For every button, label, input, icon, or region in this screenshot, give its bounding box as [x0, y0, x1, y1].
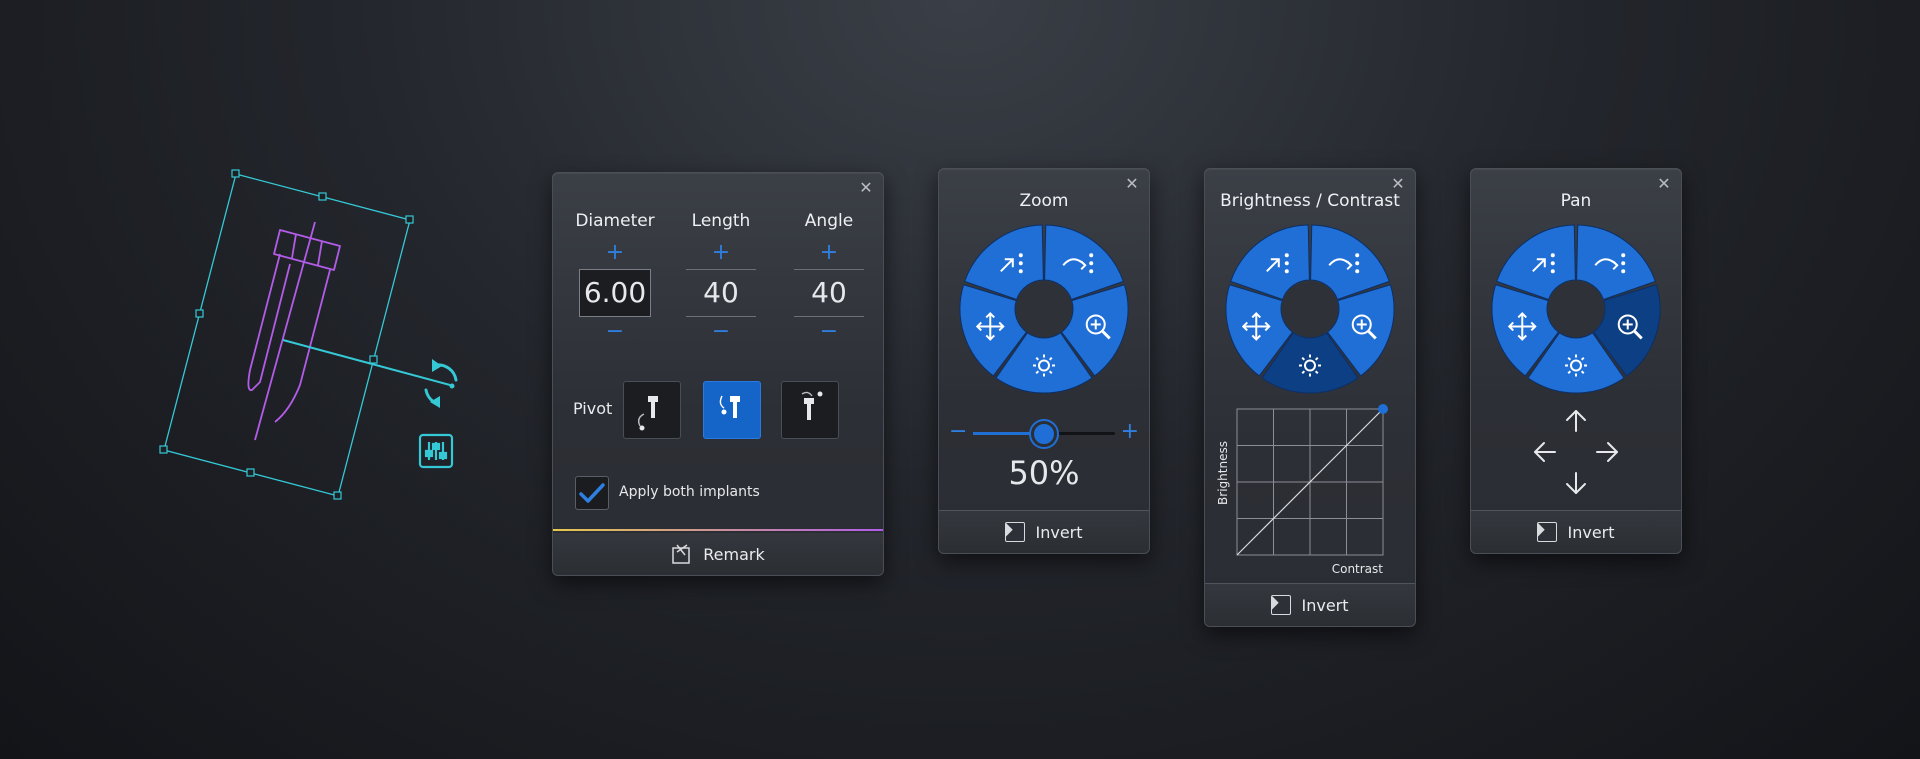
pivot-center-icon — [719, 395, 740, 418]
length-increase-button[interactable]: + — [681, 241, 761, 265]
pivot-top-icon — [801, 391, 823, 420]
apply-both-label: Apply both implants — [619, 484, 760, 500]
bounding-box[interactable] — [163, 173, 411, 497]
diameter-input[interactable]: 6.00 — [579, 269, 651, 317]
implant-properties-panel: ✕ Diameter + 6.00 − Length + 40 − Angle … — [552, 172, 884, 576]
zoom-panel: ✕ Zoom − + 50% Invert — [938, 168, 1150, 554]
diameter-increase-button[interactable]: + — [575, 241, 655, 265]
angle-input[interactable]: 40 — [794, 269, 864, 317]
implant-screw-icon[interactable] — [247, 221, 341, 441]
invert-icon — [1537, 522, 1558, 542]
invert-icon — [1271, 595, 1292, 615]
zoom-invert-button[interactable]: Invert — [939, 510, 1149, 553]
radial-menu-svg — [1225, 224, 1395, 394]
angle-column: Angle + 40 − — [789, 211, 869, 345]
resize-handles[interactable] — [159, 169, 414, 500]
diameter-label: Diameter — [575, 211, 655, 231]
zoom-slider: − + — [949, 419, 1139, 449]
curve-handle[interactable] — [1378, 404, 1388, 414]
zoom-in-button[interactable]: + — [1121, 419, 1139, 444]
length-input[interactable]: 40 — [686, 269, 756, 317]
brightness-radial-menu — [1225, 224, 1395, 398]
angle-decrease-button[interactable]: − — [789, 321, 869, 345]
pan-radial-menu — [1491, 224, 1661, 398]
brightness-invert-button[interactable]: Invert — [1205, 583, 1415, 626]
brightness-contrast-graph[interactable]: Brightness Contrast — [1211, 401, 1411, 577]
pivot-center-button[interactable] — [703, 381, 761, 439]
pan-title: Pan — [1560, 191, 1592, 211]
close-icon[interactable]: ✕ — [859, 180, 873, 196]
implant-canvas[interactable] — [150, 160, 470, 510]
close-icon[interactable]: ✕ — [1391, 176, 1405, 192]
radial-center — [1016, 281, 1072, 337]
diameter-decrease-button[interactable]: − — [575, 321, 655, 345]
pan-panel: ✕ Pan Invert — [1470, 168, 1682, 554]
brightness-invert-label: Invert — [1301, 595, 1349, 615]
brightness-contrast-title: Brightness / Contrast — [1220, 191, 1400, 211]
radial-menu-svg — [959, 224, 1129, 394]
zoom-slider-track[interactable] — [973, 421, 1115, 447]
brightness-axis-label: Brightness — [1216, 441, 1230, 505]
diameter-column: Diameter + 6.00 − — [575, 211, 655, 345]
pan-right-arrow-icon[interactable] — [1596, 442, 1618, 462]
zoom-out-button[interactable]: − — [949, 419, 967, 444]
length-label: Length — [691, 211, 751, 231]
checkmark-icon — [579, 483, 605, 503]
radial-center — [1548, 281, 1604, 337]
apply-both-checkbox[interactable] — [575, 476, 609, 510]
zoom-invert-label: Invert — [1035, 522, 1083, 542]
zoom-slider-thumb[interactable] — [1031, 421, 1057, 447]
zoom-radial-menu — [959, 224, 1129, 398]
pan-left-arrow-icon[interactable] — [1534, 442, 1556, 462]
pan-arrows — [1534, 410, 1618, 494]
pivot-bottom-icon — [637, 396, 658, 431]
remark-icon — [672, 544, 690, 564]
radial-menu-svg — [1491, 224, 1661, 394]
accent-divider — [553, 529, 883, 531]
close-icon[interactable]: ✕ — [1657, 176, 1671, 192]
remark-label: Remark — [703, 544, 765, 564]
pivot-label: Pivot — [573, 399, 613, 418]
pivot-bottom-button[interactable] — [623, 381, 681, 439]
remark-button[interactable]: Remark — [553, 533, 883, 575]
brightness-contrast-panel: ✕ Brightness / Contrast Brightness Contr… — [1204, 168, 1416, 627]
angle-increase-button[interactable]: + — [789, 241, 869, 265]
adjust-sliders-icon[interactable] — [418, 433, 454, 469]
pan-invert-label: Invert — [1567, 522, 1615, 542]
close-icon[interactable]: ✕ — [1125, 176, 1139, 192]
pan-invert-button[interactable]: Invert — [1471, 510, 1681, 553]
angle-label: Angle — [804, 211, 854, 231]
length-decrease-button[interactable]: − — [681, 321, 761, 345]
contrast-axis-label: Contrast — [1332, 562, 1384, 576]
radial-center — [1282, 281, 1338, 337]
pan-up-arrow-icon[interactable] — [1566, 410, 1586, 432]
rotation-arm — [282, 339, 451, 386]
length-column: Length + 40 − — [681, 211, 761, 345]
pivot-top-button[interactable] — [781, 381, 839, 439]
zoom-title: Zoom — [1019, 191, 1069, 211]
pan-down-arrow-icon[interactable] — [1566, 472, 1586, 494]
invert-icon — [1005, 522, 1026, 542]
zoom-percentage: 50% — [1008, 454, 1080, 492]
